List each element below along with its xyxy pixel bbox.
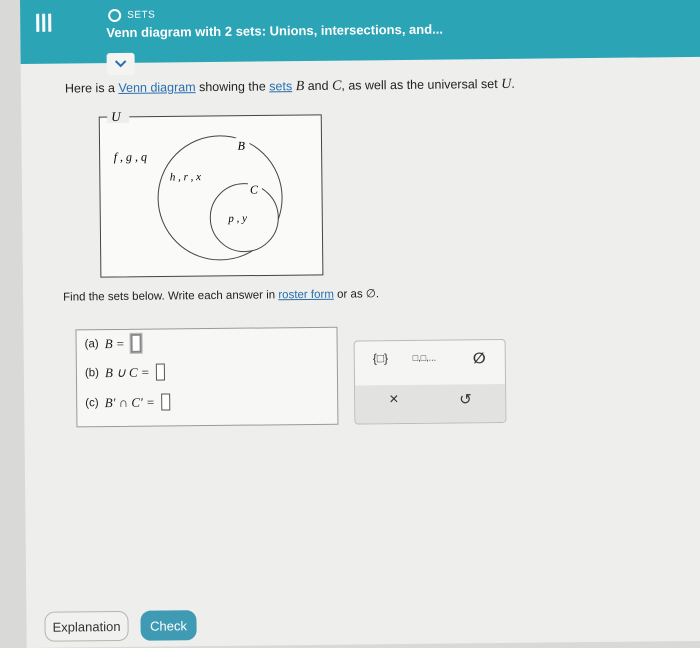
chevron-down-icon	[114, 60, 127, 68]
intro-text: and	[304, 78, 333, 94]
empty-set-symbol: ∅	[365, 288, 376, 301]
answer-input-b[interactable]	[155, 363, 165, 381]
page-title: Venn diagram with 2 sets: Unions, inters…	[106, 21, 444, 41]
check-button[interactable]: Check	[140, 610, 197, 641]
venn-diagram-link[interactable]: Venn diagram	[118, 80, 195, 95]
roster-form-link[interactable]: roster form	[278, 289, 334, 302]
instructions-text: or as	[333, 288, 366, 301]
b-only-elements: h , r , x	[170, 171, 201, 183]
instructions-text: Find the sets below. Write each answer i…	[63, 289, 279, 304]
question-label: (c)	[85, 396, 99, 409]
answer-input-c[interactable]	[160, 393, 170, 411]
math-toolbar: {□} □,□,... ∅ × ↺	[353, 338, 507, 425]
intro-text: , as well as the universal set	[341, 76, 502, 93]
page: SETS Venn diagram with 2 sets: Unions, i…	[20, 0, 700, 648]
topic-row: SETS	[108, 8, 156, 23]
undo-button[interactable]: ↺	[459, 390, 472, 408]
braces-button[interactable]: {□}	[373, 351, 388, 365]
set-c-label: C	[250, 183, 259, 197]
instructions-text: .	[375, 288, 380, 301]
set-u-symbol: U	[501, 76, 512, 92]
list-button[interactable]: □,□,...	[413, 353, 436, 363]
empty-set-button[interactable]: ∅	[473, 349, 486, 367]
outside-elements: f , g , q	[114, 150, 147, 164]
venn-diagram: U f , g , q B C h , r , x p , y	[98, 108, 324, 278]
problem-intro: Here is a Venn diagram showing the sets …	[65, 77, 515, 98]
question-label: (b)	[84, 366, 100, 379]
instructions: Find the sets below. Write each answer i…	[63, 286, 379, 303]
menu-icon[interactable]	[34, 12, 54, 34]
question-expression: B =	[104, 335, 125, 351]
clear-button[interactable]: ×	[389, 391, 399, 409]
answer-input-a[interactable]	[130, 333, 142, 353]
toolbar-bottom-row	[355, 383, 506, 424]
intro-text: Here is a	[64, 80, 119, 96]
c-elements: p , y	[227, 213, 247, 225]
question-a: (a) B =	[84, 333, 142, 354]
question-b: (b) B ∪ C =	[84, 363, 165, 382]
set-b-label: B	[237, 139, 245, 153]
answer-box: (a) B = (b) B ∪ C = (c) B′ ∩ C′ =	[75, 326, 339, 428]
sets-link[interactable]: sets	[269, 79, 292, 93]
intro-text: .	[511, 76, 515, 91]
topic-label: SETS	[127, 9, 156, 21]
explanation-button[interactable]: Explanation	[44, 610, 129, 642]
question-expression: B′ ∩ C′ =	[104, 394, 155, 410]
expand-button[interactable]	[106, 52, 135, 76]
intro-text: showing the	[195, 79, 270, 95]
question-expression: B ∪ C =	[104, 364, 150, 380]
question-c: (c) B′ ∩ C′ =	[85, 393, 170, 411]
question-label: (a)	[84, 337, 99, 350]
progress-circle-icon	[108, 8, 122, 23]
